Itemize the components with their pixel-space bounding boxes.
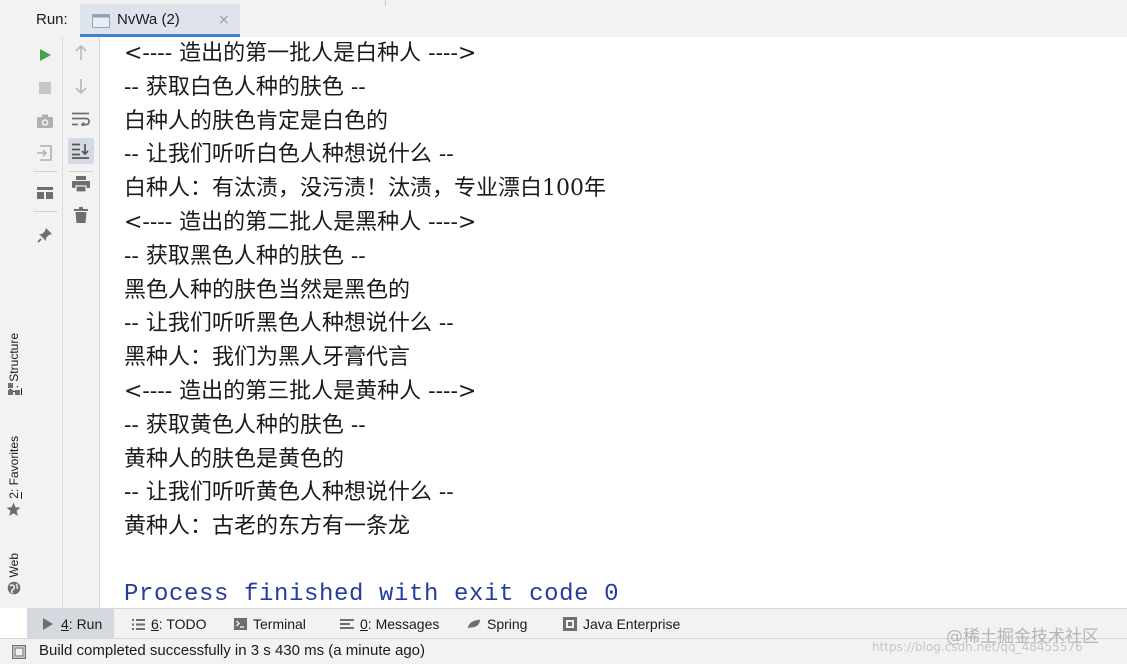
play-icon — [41, 617, 55, 631]
java-enterprise-tool-tab[interactable]: Java Enterprise — [563, 609, 680, 639]
spring-leaf-icon — [467, 617, 481, 631]
todo-tab-mnemonic: 6 — [151, 616, 159, 632]
up-arrow-icon[interactable] — [69, 41, 93, 65]
list-icon — [131, 617, 145, 631]
camera-icon[interactable] — [33, 109, 57, 133]
console-line: 黄种人的肤色是黄色的 — [124, 446, 345, 472]
pin-icon[interactable] — [33, 223, 57, 247]
console-line-list: <---- 造出的第一批人是白种人 ----> -- 获取白色人种的肤色 -- … — [124, 37, 619, 608]
messages-tool-tab[interactable]: 0: Messages — [340, 609, 439, 639]
console-output[interactable]: <---- 造出的第一批人是白种人 ----> -- 获取白色人种的肤色 -- … — [100, 37, 1127, 608]
console-line: -- 获取白色人种的肤色 -- — [124, 74, 366, 100]
run-toolbar-secondary — [63, 37, 100, 608]
console-line: -- 让我们听听黑色人种想说什么 -- — [124, 311, 454, 337]
console-line: <---- 造出的第一批人是白种人 ----> — [124, 41, 477, 66]
structure-icon — [8, 380, 20, 399]
window-toggle-icon[interactable] — [12, 644, 26, 659]
run-tool-tab[interactable]: 4: Run — [27, 609, 114, 639]
scroll-to-end-icon[interactable] — [68, 138, 94, 164]
console-line: -- 获取黑色人种的肤色 -- — [124, 243, 366, 269]
messages-tab-label: : Messages — [367, 616, 440, 632]
todo-tool-tab[interactable]: 6: TODO — [131, 609, 207, 639]
spring-tool-tab[interactable]: Spring — [467, 609, 527, 639]
console-line: -- 让我们听听白色人种想说什么 -- — [124, 142, 454, 168]
messages-icon — [340, 617, 354, 631]
toolbar-separator — [33, 211, 57, 212]
toolbar-separator — [33, 171, 57, 172]
restore-layout-icon[interactable] — [33, 141, 57, 165]
terminal-tab-label: Terminal — [253, 616, 306, 632]
terminal-icon — [233, 617, 247, 631]
console-line: 白种人：有汰渍，没污渍！汰渍，专业漂白100年 — [124, 176, 606, 202]
process-exit-line: Process finished with exit code 0 — [124, 580, 620, 608]
watermark-url: https://blog.csdn.net/qq_48455576 — [872, 640, 1083, 654]
console-line: <---- 造出的第二批人是黑种人 ----> — [124, 209, 477, 235]
status-message: Build completed successfully in 3 s 430 … — [39, 642, 426, 659]
spring-tab-label: Spring — [487, 616, 528, 632]
messages-tab-mnemonic: 0 — [360, 616, 368, 632]
trash-icon[interactable] — [69, 203, 93, 227]
todo-tab-label: : TODO — [158, 616, 207, 632]
run-header-label: Run: — [36, 11, 68, 28]
star-icon — [6, 502, 21, 521]
left-tool-strip: 7: Structure 2: Favorites Web — [0, 0, 28, 608]
rerun-icon[interactable] — [33, 43, 57, 67]
console-line: 白种人的肤色肯定是白色的 — [124, 108, 389, 134]
web-tool-tab[interactable]: Web — [0, 545, 27, 577]
favorites-tab-mnemonic: 2 — [7, 492, 21, 499]
console-blank-line — [124, 544, 619, 578]
stop-icon[interactable] — [33, 76, 57, 100]
down-arrow-icon[interactable] — [69, 74, 93, 98]
java-enterprise-icon — [563, 617, 577, 631]
soft-wrap-icon[interactable] — [69, 107, 93, 131]
print-icon[interactable] — [69, 172, 93, 196]
console-line: 黑色人种的肤色当然是黑色的 — [124, 277, 411, 303]
console-line: 黄种人：古老的东方有一条龙 — [124, 514, 411, 540]
run-config-tab[interactable]: NvWa (2) × — [80, 4, 240, 37]
console-line: -- 获取黄色人种的肤色 -- — [124, 412, 366, 438]
console-line: -- 让我们听听黄色人种想说什么 -- — [124, 480, 454, 506]
header-divider — [385, 0, 386, 6]
console-line: 黑种人：我们为黑人牙膏代言 — [124, 345, 411, 371]
run-tab-label: : Run — [68, 616, 103, 632]
globe-icon — [7, 580, 21, 599]
run-tab-title: NvWa (2) — [117, 11, 180, 28]
java-enterprise-tab-label: Java Enterprise — [583, 616, 681, 632]
favorites-tool-tab[interactable]: 2: Favorites — [0, 425, 27, 499]
layout-icon[interactable] — [33, 181, 57, 205]
console-line: <---- 造出的第三批人是黄种人 ----> — [124, 378, 477, 404]
close-tab-icon[interactable]: × — [218, 12, 230, 28]
web-tab-label: Web — [7, 552, 21, 577]
console-config-icon — [92, 13, 110, 28]
run-toolbar-primary — [27, 37, 63, 608]
favorites-tab-label: : Favorites — [7, 436, 21, 493]
terminal-tool-tab[interactable]: Terminal — [233, 609, 306, 639]
run-tool-window-header: Run: NvWa (2) × — [27, 0, 1127, 38]
run-tab-mnemonic: 4 — [61, 616, 69, 632]
